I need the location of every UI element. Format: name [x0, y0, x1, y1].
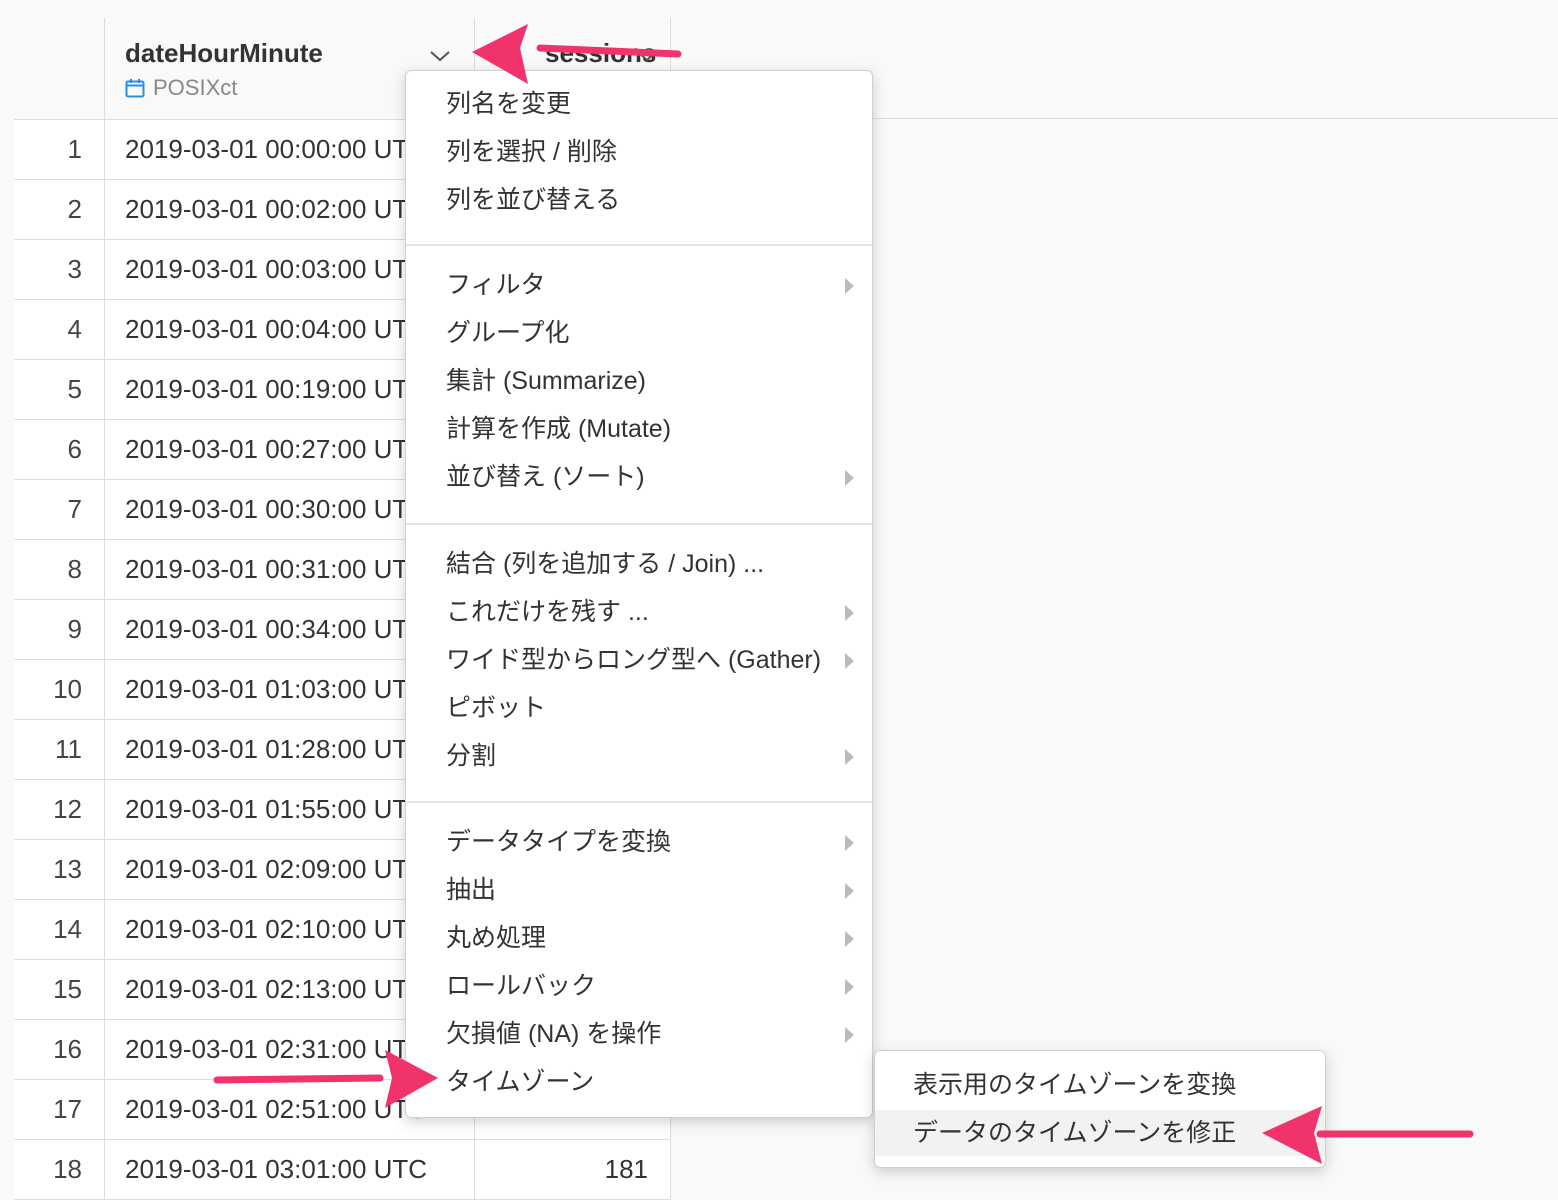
menu-item-label: 列を選択 / 削除: [446, 138, 617, 166]
menu-item-label: タイムゾーン: [446, 1068, 595, 1096]
row-index: 10: [14, 660, 105, 720]
header-index-cell: [14, 18, 105, 120]
menu-item-2-0[interactable]: 結合 (列を追加する / Join) ...: [406, 541, 872, 587]
menu-separator: [406, 523, 872, 525]
triangle-right-icon: [845, 835, 854, 851]
menu-item-label: 丸め処理: [446, 924, 547, 952]
triangle-right-icon: [845, 653, 854, 669]
menu-item-2-2[interactable]: ワイド型からロング型へ (Gather): [406, 637, 872, 683]
menu-item-2-1[interactable]: これだけを残す ...: [406, 589, 872, 635]
row-index: 4: [14, 300, 105, 360]
menu-item-fix-data-timezone[interactable]: データのタイムゾーンを修正: [875, 1110, 1325, 1156]
triangle-right-icon: [845, 1027, 854, 1043]
row-index: 3: [14, 240, 105, 300]
row-index: 7: [14, 480, 105, 540]
row-index: 1: [14, 120, 105, 180]
menu-item-label: グループ化: [446, 319, 570, 347]
cell-sessions: 181: [475, 1140, 671, 1200]
menu-item-convert-display-timezone[interactable]: 表示用のタイムゾーンを変換: [875, 1062, 1325, 1108]
menu-item-1-4[interactable]: 並び替え (ソート): [406, 454, 872, 500]
row-index: 9: [14, 600, 105, 660]
menu-item-3-4[interactable]: 欠損値 (NA) を操作: [406, 1011, 872, 1057]
menu-separator: [406, 801, 872, 803]
menu-item-label: 分割: [446, 742, 497, 770]
menu-item-label: これだけを残す ...: [446, 598, 649, 626]
row-index: 16: [14, 1020, 105, 1080]
menu-item-2-4[interactable]: 分割: [406, 733, 872, 779]
menu-item-label: データタイプを変換: [446, 828, 672, 856]
menu-item-label: 列を並び替える: [446, 186, 621, 214]
row-index: 6: [14, 420, 105, 480]
column-type-label: POSIXct: [153, 75, 238, 100]
row-index: 5: [14, 360, 105, 420]
row-index: 17: [14, 1080, 105, 1140]
menu-item-label: ワイド型からロング型へ (Gather): [446, 646, 822, 674]
menu-item-3-3[interactable]: ロールバック: [406, 963, 872, 1009]
menu-item-1-2[interactable]: 集計 (Summarize): [406, 358, 872, 404]
menu-item-3-5[interactable]: タイムゾーン: [406, 1059, 872, 1105]
menu-item-label: 欠損値 (NA) を操作: [446, 1020, 662, 1048]
triangle-right-icon: [845, 749, 854, 765]
column-context-menu: 列名を変更列を選択 / 削除 列を並び替える フィルタグループ化集計 (Summar…: [405, 70, 873, 1118]
triangle-right-icon: [845, 931, 854, 947]
calendar-icon: [125, 79, 145, 98]
row-index: 18: [14, 1140, 105, 1200]
menu-item-1-0[interactable]: フィルタ: [406, 262, 872, 308]
menu-item-0-0[interactable]: 列名を変更: [406, 81, 872, 127]
menu-item-label: 列名を変更: [446, 90, 572, 118]
triangle-right-icon: [845, 278, 854, 294]
row-index: 11: [14, 720, 105, 780]
column-name: dateHourMinute: [125, 38, 323, 68]
menu-separator: [406, 244, 872, 246]
column-type: POSIXct: [125, 75, 237, 101]
row-index: 14: [14, 900, 105, 960]
chevron-down-icon[interactable]: [428, 48, 452, 64]
menu-item-label: ロールバック: [446, 972, 597, 1000]
row-index: 2: [14, 180, 105, 240]
menu-item-label: 集計 (Summarize): [446, 367, 647, 395]
menu-item-label: フィルタ: [446, 271, 546, 299]
triangle-right-icon: [845, 605, 854, 621]
timezone-submenu: 表示用のタイムゾーンを変換 データのタイムゾーンを修正: [874, 1050, 1326, 1168]
menu-item-0-2[interactable]: 列を並び替える: [406, 177, 872, 223]
chevron-down-icon[interactable]: [635, 48, 659, 64]
menu-item-3-1[interactable]: 抽出: [406, 867, 872, 913]
row-index: 13: [14, 840, 105, 900]
menu-item-label: 計算を作成 (Mutate): [446, 415, 672, 443]
triangle-right-icon: [845, 883, 854, 899]
menu-item-3-2[interactable]: 丸め処理: [406, 915, 872, 961]
row-index: 8: [14, 540, 105, 600]
row-index: 15: [14, 960, 105, 1020]
triangle-right-icon: [845, 979, 854, 995]
menu-item-3-0[interactable]: データタイプを変換: [406, 819, 872, 865]
cell-datehourminute: 2019-03-01 03:01:00 UTC: [105, 1140, 475, 1200]
menu-item-label: 並び替え (ソート): [446, 463, 645, 491]
menu-item-1-1[interactable]: グループ化: [406, 310, 872, 356]
menu-item-label: ピボット: [446, 694, 547, 722]
menu-item-1-3[interactable]: 計算を作成 (Mutate): [406, 406, 872, 452]
row-index: 12: [14, 780, 105, 840]
menu-item-0-1[interactable]: 列を選択 / 削除: [406, 129, 872, 175]
menu-item-label: 抽出: [446, 876, 497, 904]
menu-item-2-3[interactable]: ピボット: [406, 685, 872, 731]
triangle-right-icon: [845, 470, 854, 486]
menu-item-label: 結合 (列を追加する / Join) ...: [446, 550, 765, 578]
